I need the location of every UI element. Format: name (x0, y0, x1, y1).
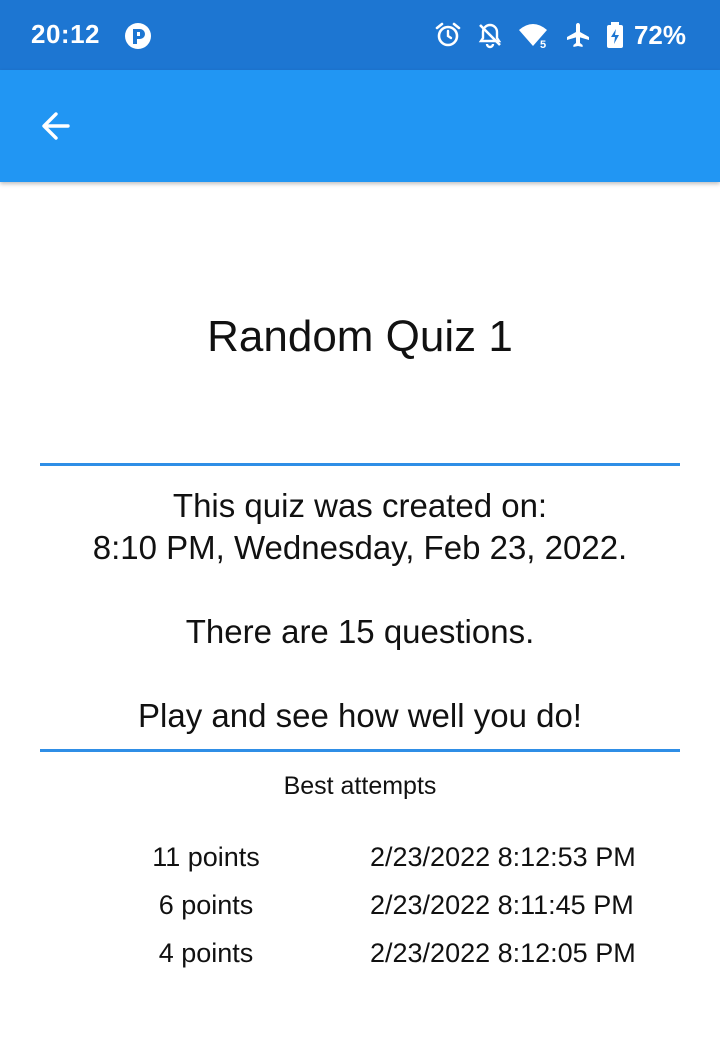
airplane-mode-icon (564, 21, 592, 49)
wifi-icon: 5 (518, 21, 550, 49)
alarm-icon (434, 21, 462, 49)
best-attempts-list: 11 points 2/23/2022 8:12:53 PM 6 points … (0, 838, 720, 982)
attempt-date: 2/23/2022 8:11:45 PM (370, 890, 634, 920)
attempt-points: 4 points (158, 938, 254, 968)
attempt-row: 6 points 2/23/2022 8:11:45 PM (0, 886, 720, 934)
arrow-back-icon (42, 112, 70, 140)
attempt-date: 2/23/2022 8:12:05 PM (370, 938, 636, 968)
status-bar: 20:12 5 72% (0, 0, 720, 70)
back-button[interactable] (30, 100, 82, 152)
quiz-title: Random Quiz 1 (207, 312, 513, 361)
status-time: 20:12 (31, 19, 100, 49)
attempt-row: 4 points 2/23/2022 8:12:05 PM (0, 934, 720, 982)
app-notification-icon (124, 22, 152, 50)
attempt-row: 11 points 2/23/2022 8:12:53 PM (0, 838, 720, 886)
divider-top (40, 463, 680, 466)
attempt-date: 2/23/2022 8:12:53 PM (370, 842, 636, 872)
status-icons: 5 72% (434, 18, 686, 52)
created-date: 8:10 PM, Wednesday, Feb 23, 2022. (92, 529, 628, 566)
svg-text:5: 5 (540, 39, 546, 49)
battery-charging-icon (606, 21, 624, 49)
app-bar (0, 70, 720, 182)
play-prompt: Play and see how well you do! (138, 697, 582, 734)
question-count: There are 15 questions. (185, 613, 535, 650)
attempt-points: 11 points (152, 842, 260, 872)
best-attempts-heading: Best attempts (283, 772, 437, 800)
divider-bottom (40, 749, 680, 752)
quiz-info: This quiz was created on: 8:10 PM, Wedne… (0, 485, 720, 737)
notifications-off-icon (476, 21, 504, 49)
created-label: This quiz was created on: (172, 487, 548, 524)
attempt-points: 6 points (158, 890, 254, 920)
battery-percentage: 72% (633, 19, 686, 50)
